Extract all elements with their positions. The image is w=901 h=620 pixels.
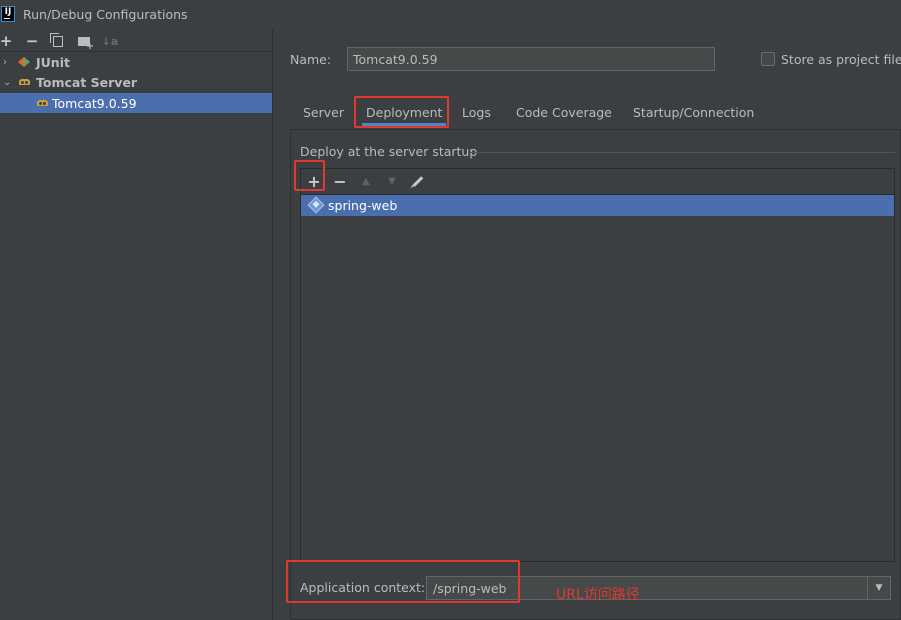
url-path-annotation: URL访问路径 [556,587,640,603]
artifact-label: spring-web [328,198,398,213]
tab-deployment[interactable]: Deployment [362,96,447,128]
deploy-list-container: + − ▲ ▼ spring-web [300,168,895,562]
store-as-project-file-checkbox[interactable] [761,52,775,66]
group-separator [470,152,895,153]
window-title: Run/Debug Configurations [23,7,188,22]
tomcat-icon [37,98,49,108]
minus-icon[interactable]: − [22,31,42,51]
copy-icon[interactable] [48,31,68,51]
tomcat-icon [19,77,31,87]
tab-server[interactable]: Server [303,96,344,128]
list-item-spring-web[interactable]: spring-web [301,195,894,216]
tree-item-label: Tomcat9.0.59 [52,95,137,111]
chevron-down-icon[interactable]: ⌄ [3,77,11,88]
configurations-sidebar: + − ↓a › JUnit ⌄ Tomcat Server Tomcat9.0… [0,30,273,620]
artifact-list[interactable]: spring-web [301,194,894,561]
tree-item-tomcat-server[interactable]: ⌄ Tomcat Server [0,72,272,92]
tab-code-coverage[interactable]: Code Coverage [516,96,612,128]
sidebar-toolbar: + − ↓a [0,30,272,52]
deployment-panel: Deploy at the server startup + − ▲ ▼ spr… [290,129,901,620]
deploy-toolbar: + − ▲ ▼ [301,169,894,194]
title-bar: IJ Run/Debug Configurations [0,0,901,30]
tab-startup-connection[interactable]: Startup/Connection [633,96,754,128]
name-label: Name: [290,52,332,67]
tree-item-label: JUnit [36,54,70,70]
arrow-up-icon[interactable]: ▲ [356,171,376,191]
pencil-icon[interactable] [408,171,428,191]
plus-icon[interactable]: + [304,171,324,191]
tab-logs[interactable]: Logs [462,96,491,128]
plus-icon[interactable]: + [0,31,16,51]
configuration-editor: Name: Store as project file Server Deplo… [274,30,901,620]
store-as-project-file-label[interactable]: Store as project file [781,52,901,67]
deploy-group-title: Deploy at the server startup [300,144,478,159]
edit-templates-link[interactable] [0,613,160,620]
dropdown-arrow-icon[interactable]: ▼ [868,576,891,600]
name-field[interactable] [347,47,715,71]
tree-item-label: Tomcat Server [36,74,138,90]
application-context-field[interactable] [426,576,868,600]
application-context-label: Application context: [300,580,426,595]
tab-bar: Server Deployment Logs Code Coverage Sta… [274,96,901,130]
tree-item-tomcat-9-0-59[interactable]: Tomcat9.0.59 [0,93,272,113]
tree-item-junit[interactable]: › JUnit [0,52,272,72]
chevron-right-icon[interactable]: › [3,57,7,68]
arrow-down-icon[interactable]: ▼ [382,171,402,191]
minus-icon[interactable]: − [330,171,350,191]
app-icon: IJ [1,6,15,22]
artifact-icon [307,196,325,214]
sort-icon[interactable]: ↓a [100,31,120,51]
junit-icon [18,57,30,67]
new-folder-icon[interactable] [74,31,94,52]
